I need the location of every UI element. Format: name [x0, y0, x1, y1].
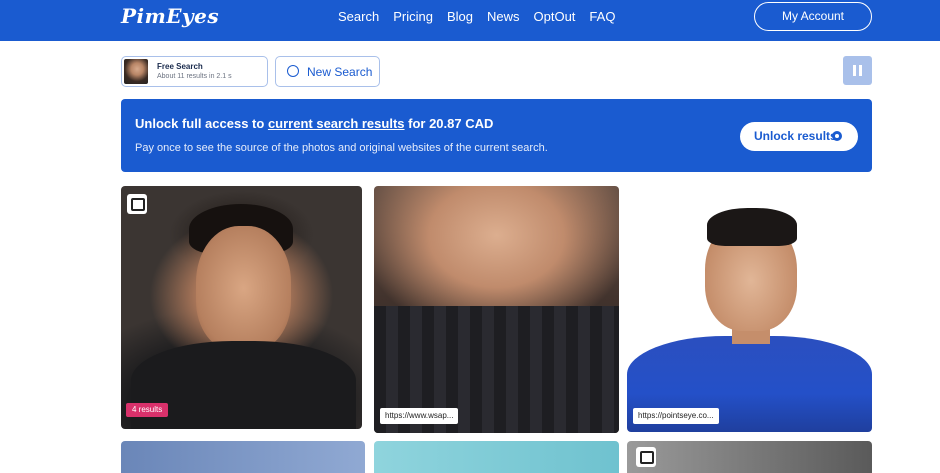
result-photo-face	[196, 226, 291, 351]
result-card-5[interactable]	[374, 441, 619, 473]
image-type-icon	[127, 194, 147, 214]
result-card-2[interactable]: https://www.wsap...	[374, 186, 619, 433]
new-search-button[interactable]: New Search	[275, 56, 380, 87]
image-type-icon	[636, 447, 656, 467]
new-search-label: New Search	[307, 65, 373, 79]
nav-news[interactable]: News	[487, 9, 520, 25]
pause-icon	[853, 65, 856, 76]
search-thumbnail	[124, 59, 148, 84]
nav-blog[interactable]: Blog	[447, 9, 473, 25]
top-navbar: PimEyes Search Pricing Blog News OptOut …	[0, 0, 940, 41]
result-card-1[interactable]: 4 results	[121, 186, 362, 429]
pause-button[interactable]	[843, 56, 872, 85]
result-card-3[interactable]: https://pointseye.co...	[627, 186, 872, 432]
main-nav: Search Pricing Blog News OptOut FAQ	[338, 9, 615, 25]
unlock-banner: Unlock full access to current search res…	[121, 99, 872, 172]
pimeyes-logo[interactable]: PimEyes	[121, 4, 219, 28]
unlock-results-label: Unlock results	[754, 129, 837, 143]
banner-subtext: Pay once to see the source of the photos…	[135, 142, 548, 154]
pause-icon-bar	[859, 65, 862, 76]
search-card-subtitle: About 11 results in 2.1 s	[157, 73, 232, 80]
result-card-6[interactable]	[627, 441, 872, 473]
unlock-results-button[interactable]: Unlock results	[740, 122, 858, 151]
nav-search[interactable]: Search	[338, 9, 379, 25]
result-card-4[interactable]	[121, 441, 365, 473]
current-results-link[interactable]: current search results	[268, 116, 405, 131]
results-count-badge: 4 results	[126, 403, 169, 417]
nav-optout[interactable]: OptOut	[534, 9, 576, 25]
result-photo-hair	[707, 208, 797, 246]
banner-headline: Unlock full access to current search res…	[135, 116, 494, 131]
plus-circle-icon	[287, 65, 299, 77]
my-account-button[interactable]: My Account	[754, 2, 872, 31]
source-url-pill: https://pointseye.co...	[633, 408, 719, 424]
search-card-title: Free Search	[157, 62, 203, 71]
arrow-circle-icon	[832, 131, 842, 141]
source-url-pill: https://www.wsap...	[380, 408, 459, 424]
nav-pricing[interactable]: Pricing	[393, 9, 433, 25]
current-search-card[interactable]: Free Search About 11 results in 2.1 s	[121, 56, 268, 87]
nav-faq[interactable]: FAQ	[589, 9, 615, 25]
